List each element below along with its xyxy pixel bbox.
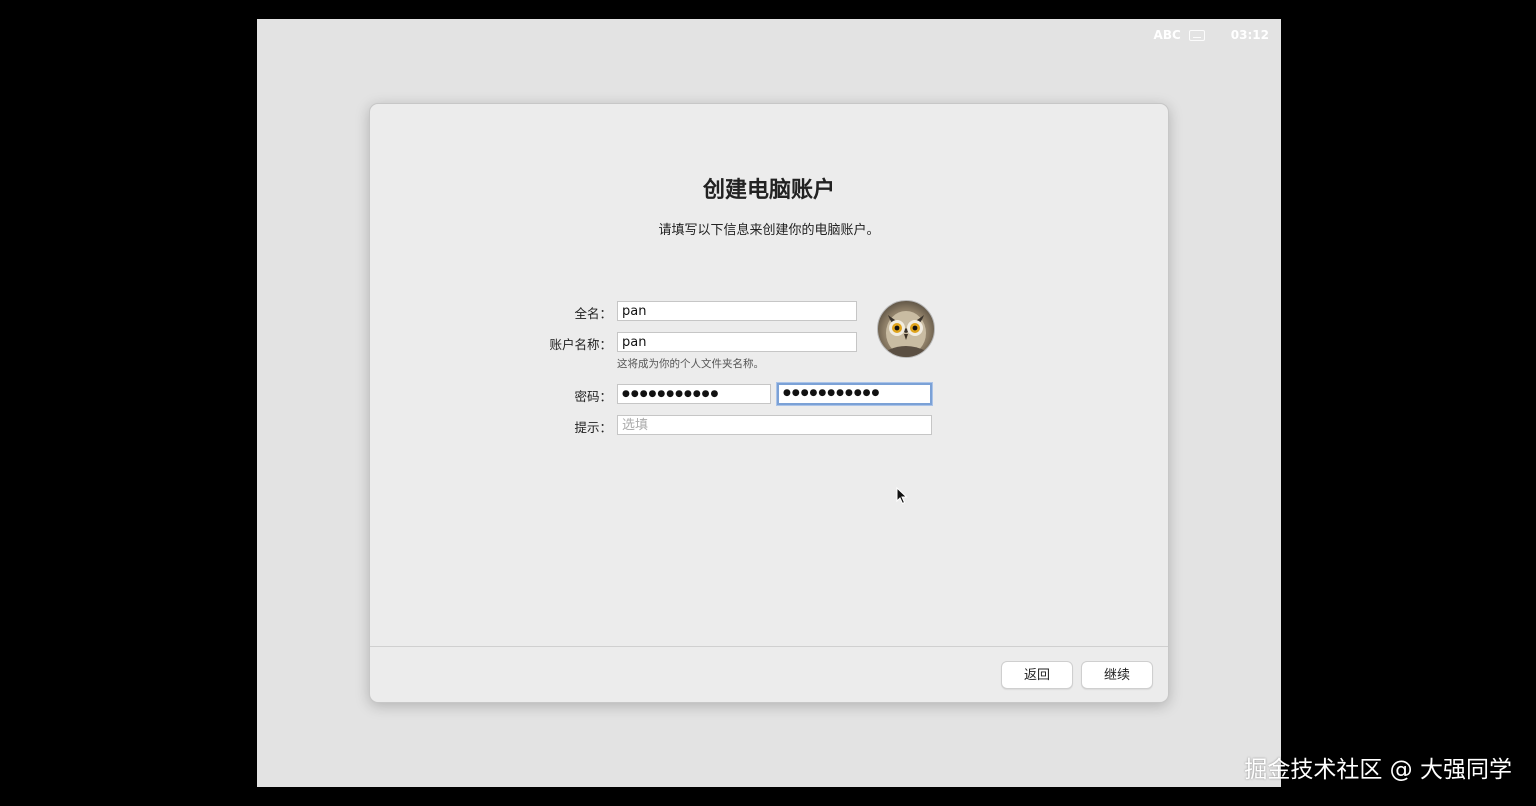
page-subtitle: 请填写以下信息来创建你的电脑账户。 (658, 223, 880, 238)
setup-screen: ABC 03:12 创建电脑账户 请填写以下信息来创建你的电脑账户。 全名： 账… (257, 19, 1281, 787)
account-name-note: 这将成为你的个人文件夹名称。 (617, 358, 764, 370)
full-name-label: 全名： (574, 306, 612, 321)
create-account-dialog: 创建电脑账户 请填写以下信息来创建你的电脑账户。 全名： 账户名称： 这将成为你… (369, 103, 1169, 703)
input-method-label[interactable]: ABC (1154, 28, 1181, 42)
keyboard-icon[interactable] (1188, 29, 1205, 41)
password-label: 密码： (574, 389, 612, 404)
password-input[interactable]: ●●●●●●●●●●● (617, 384, 771, 404)
back-button[interactable]: 返回 (1001, 661, 1073, 689)
account-name-input[interactable] (617, 332, 857, 352)
account-name-label: 账户名称： (549, 337, 612, 352)
password-hint-input[interactable] (617, 415, 932, 435)
owl-avatar-icon[interactable] (877, 300, 935, 358)
full-name-input[interactable] (617, 301, 857, 321)
page-title: 创建电脑账户 (702, 178, 835, 203)
verify-password-input[interactable]: ●●●●●●●●●●● (777, 383, 932, 405)
footer-divider (370, 646, 1168, 647)
password-hint-label: 提示： (574, 420, 612, 435)
status-bar: ABC 03:12 (1154, 25, 1269, 45)
continue-button[interactable]: 继续 (1081, 661, 1153, 689)
clock-time: 03:12 (1230, 28, 1269, 42)
mouse-pointer-icon (896, 487, 908, 505)
watermark: 掘金技术社区 @ 大强同学 (1244, 757, 1512, 783)
